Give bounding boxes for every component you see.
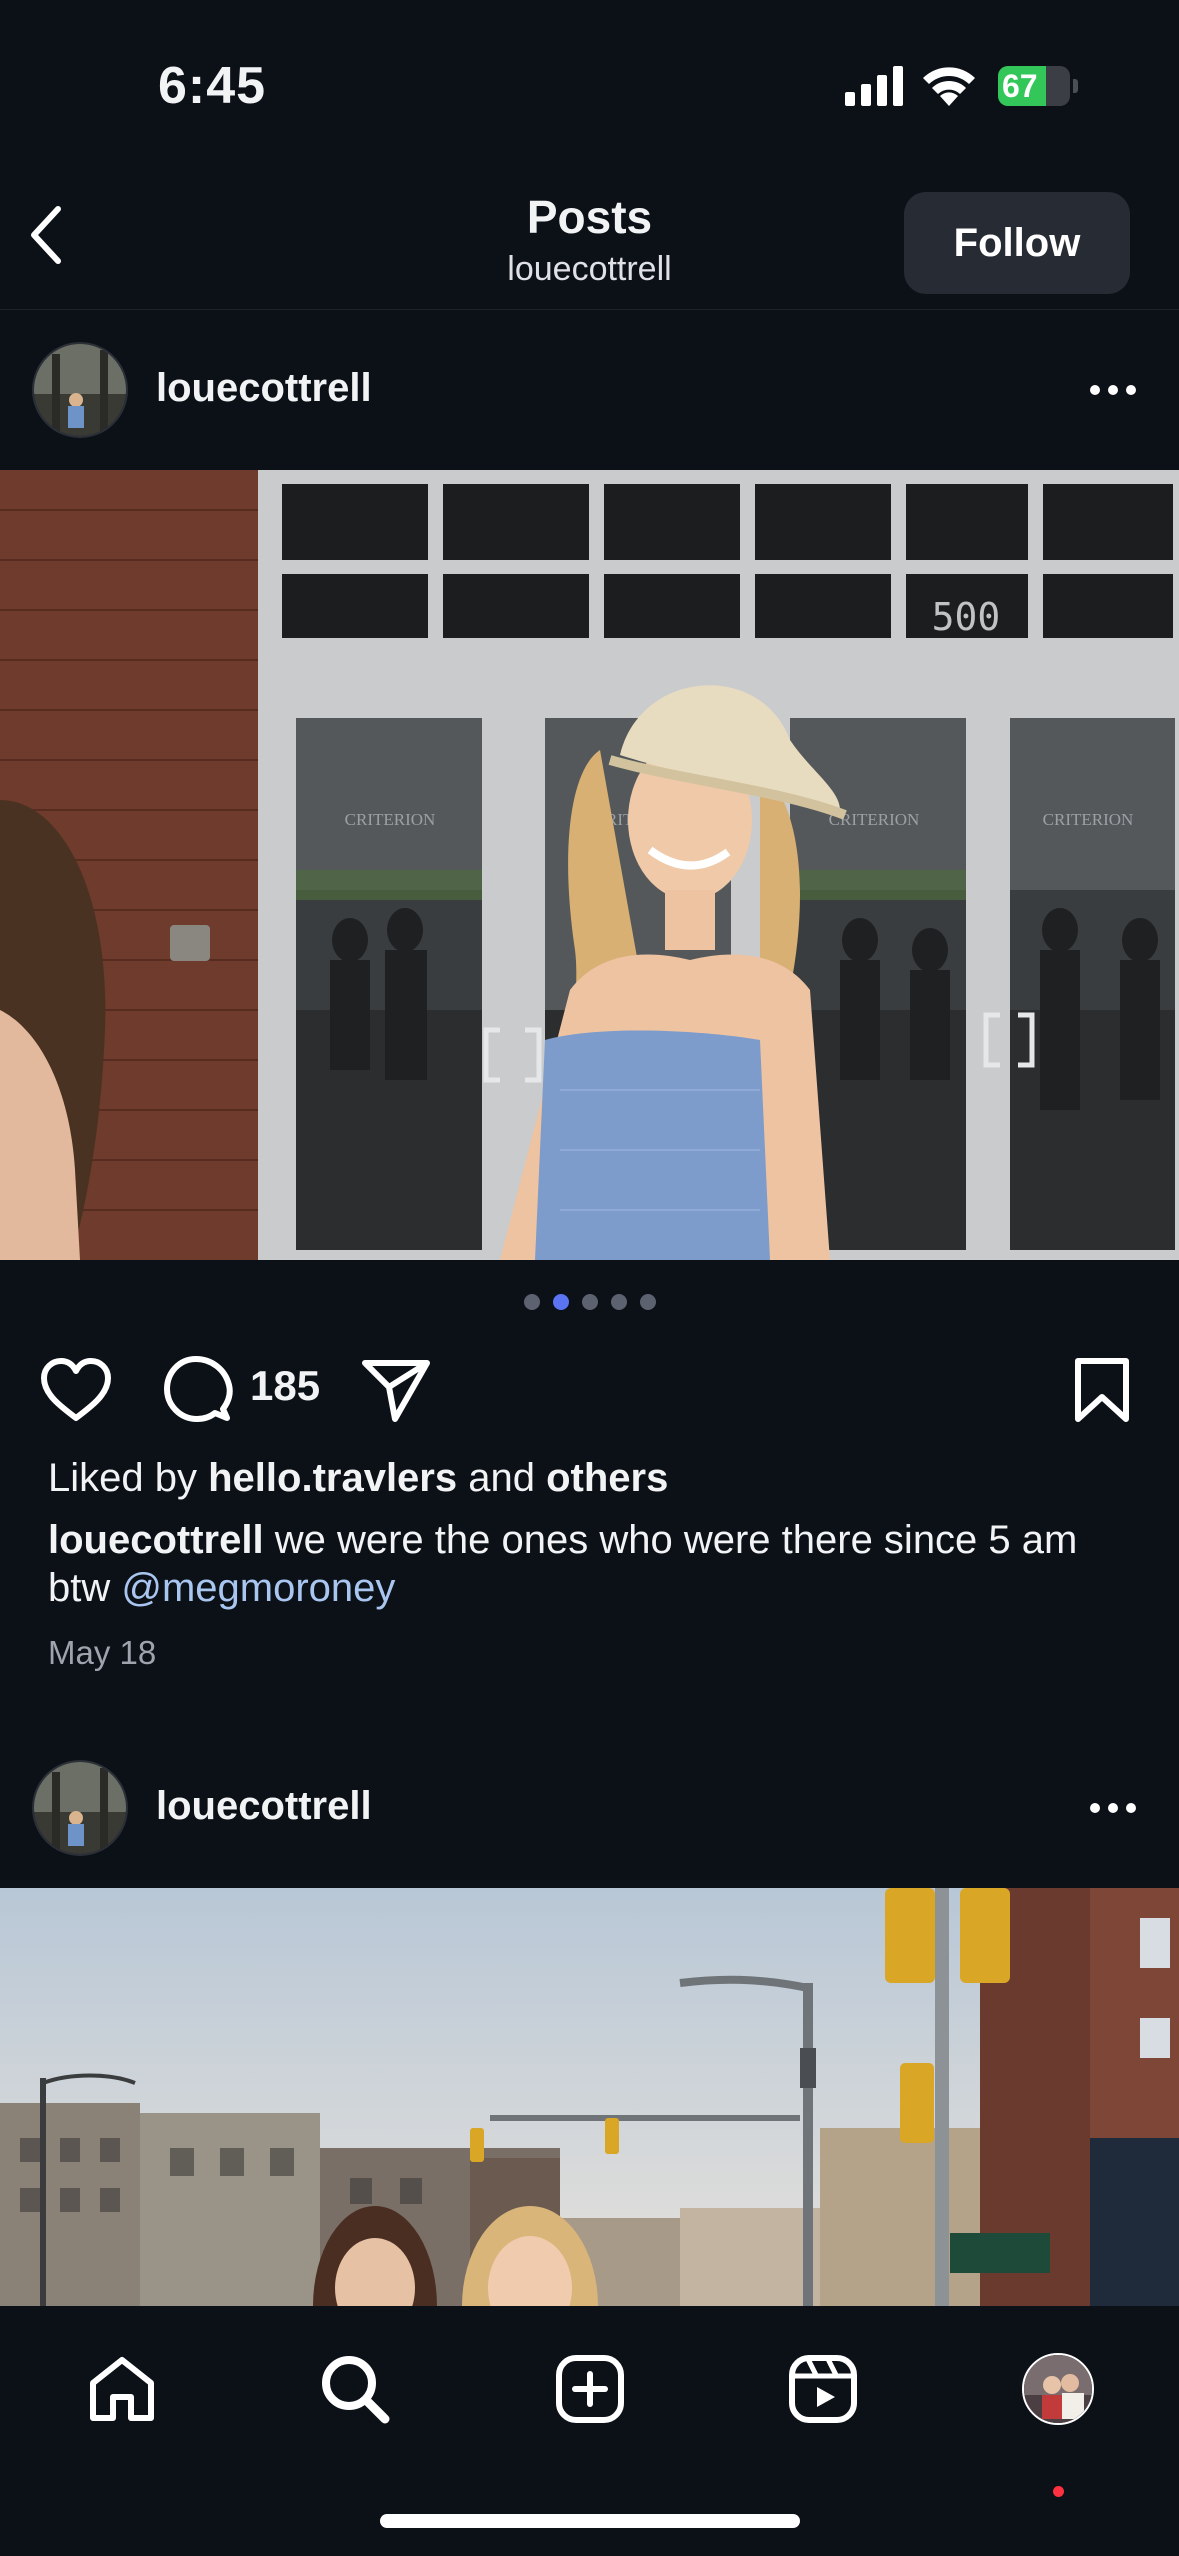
liked-by-join: and bbox=[457, 1456, 547, 1500]
carousel-dot bbox=[610, 1294, 627, 1310]
battery-indicator: 67 bbox=[998, 66, 1078, 106]
comment-count: 185 bbox=[250, 1362, 321, 1409]
share-button[interactable] bbox=[356, 1350, 436, 1430]
post-username[interactable]: louecottrell bbox=[156, 1784, 372, 1829]
more-options-button[interactable] bbox=[1080, 1788, 1146, 1828]
post-header: louecottrell bbox=[0, 1728, 1179, 1888]
post-image[interactable]: 500 CRITERION CRITERION CRITERION CRITER… bbox=[0, 470, 1179, 1260]
tab-search[interactable] bbox=[310, 2344, 400, 2434]
post-date: May 18 bbox=[48, 1634, 157, 1671]
bookmark-icon bbox=[1075, 1358, 1129, 1422]
post-caption: louecottrell we were the ones who were t… bbox=[48, 1516, 1148, 1612]
status-time: 6:45 bbox=[158, 57, 267, 115]
status-bar: 6:45 67 bbox=[0, 0, 1179, 170]
liked-by-line: Liked by hello.travlers and others bbox=[48, 1456, 668, 1501]
more-options-button[interactable] bbox=[1080, 370, 1146, 410]
battery-percent: 67 bbox=[1002, 68, 1038, 104]
building-number-sign: 500 bbox=[932, 595, 1001, 639]
like-button[interactable] bbox=[36, 1350, 116, 1430]
tab-reels[interactable] bbox=[778, 2344, 868, 2434]
comment-button[interactable] bbox=[158, 1350, 238, 1430]
heart-icon bbox=[41, 1358, 111, 1421]
avatar[interactable] bbox=[32, 342, 128, 438]
tab-create[interactable] bbox=[545, 2344, 635, 2434]
liked-by-prefix: Liked by bbox=[48, 1456, 209, 1500]
carousel-indicator bbox=[0, 1294, 1179, 1310]
profile-notification-dot bbox=[1053, 2486, 1064, 2497]
follow-button[interactable]: Follow bbox=[904, 192, 1130, 294]
post-header: louecottrell bbox=[0, 310, 1179, 470]
create-icon bbox=[556, 2355, 624, 2423]
comment-icon bbox=[164, 1356, 233, 1422]
liked-by-user[interactable]: hello.travlers bbox=[208, 1456, 457, 1500]
avatar[interactable] bbox=[32, 1760, 128, 1856]
home-icon bbox=[90, 2357, 154, 2421]
reels-icon bbox=[789, 2355, 857, 2423]
liked-by-others-link[interactable]: others bbox=[546, 1456, 668, 1500]
ellipsis-icon bbox=[1090, 1803, 1136, 1813]
ellipsis-icon bbox=[1090, 385, 1136, 395]
profile-avatar[interactable] bbox=[1022, 2353, 1094, 2425]
home-indicator bbox=[380, 2514, 800, 2528]
door-brand-sign: CRITERION bbox=[1043, 810, 1134, 829]
cellular-signal-icon bbox=[845, 66, 905, 106]
tab-profile[interactable] bbox=[1013, 2344, 1103, 2434]
post-username[interactable]: louecottrell bbox=[156, 366, 372, 411]
save-button[interactable] bbox=[1062, 1350, 1142, 1430]
carousel-dot bbox=[639, 1294, 656, 1310]
carousel-dot bbox=[523, 1294, 540, 1310]
door-brand-sign: CRITERION bbox=[345, 810, 436, 829]
search-icon bbox=[322, 2356, 390, 2424]
carousel-dot bbox=[581, 1294, 598, 1310]
tab-home[interactable] bbox=[77, 2344, 167, 2434]
send-icon bbox=[362, 1360, 430, 1422]
post-actions: 185 bbox=[0, 1340, 1179, 1440]
post-image[interactable] bbox=[0, 1888, 1179, 2306]
caption-mention[interactable]: @megmoroney bbox=[121, 1566, 395, 1610]
caption-username[interactable]: louecottrell bbox=[48, 1518, 264, 1562]
wifi-icon bbox=[920, 62, 978, 106]
top-header: Posts louecottrell Follow bbox=[0, 170, 1179, 310]
carousel-dot-active bbox=[552, 1294, 569, 1310]
